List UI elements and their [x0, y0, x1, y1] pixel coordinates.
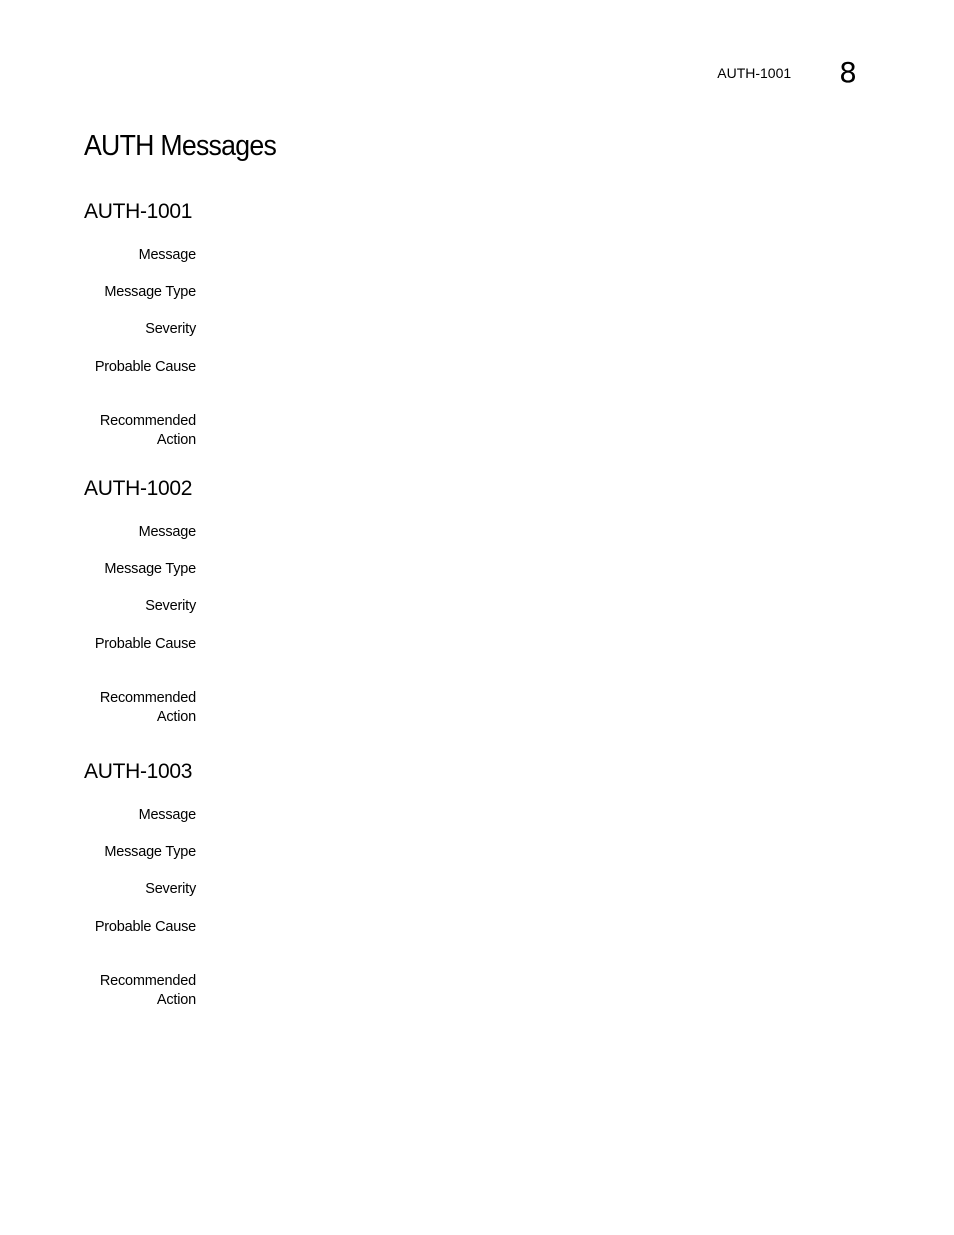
page-title: AUTH Messages	[84, 130, 277, 162]
section-title: AUTH-1003	[84, 760, 193, 783]
field-label-message: Message	[138, 247, 197, 263]
field-label-message: Message	[138, 524, 197, 540]
field-label-message: Message	[138, 807, 197, 823]
message-section: AUTH-1003 Message Message Type Severity …	[84, 760, 884, 1008]
running-title: AUTH-1001	[717, 64, 792, 81]
field-label-probable-cause: Probable Cause	[94, 636, 196, 652]
section-title: AUTH-1002	[84, 477, 193, 500]
field-label-recommended-action: Recommended Action	[99, 973, 196, 1008]
message-section: AUTH-1001 Message Message Type Severity …	[84, 200, 884, 448]
field-label-message-type: Message Type	[104, 561, 196, 577]
running-header: AUTH-1001 8	[717, 56, 857, 89]
message-section: AUTH-1002 Message Message Type Severity …	[84, 477, 884, 725]
field-label-probable-cause: Probable Cause	[94, 919, 196, 935]
field-label-severity: Severity	[145, 881, 196, 897]
section-title: AUTH-1001	[84, 200, 193, 223]
field-label-message-type: Message Type	[104, 284, 196, 300]
chapter-number: 8	[839, 56, 857, 89]
field-label-severity: Severity	[145, 321, 196, 337]
field-label-probable-cause: Probable Cause	[94, 359, 196, 375]
field-label-recommended-action: Recommended Action	[99, 690, 196, 725]
field-label-severity: Severity	[145, 598, 196, 614]
field-label-recommended-action: Recommended Action	[99, 413, 196, 448]
field-label-message-type: Message Type	[104, 844, 196, 860]
